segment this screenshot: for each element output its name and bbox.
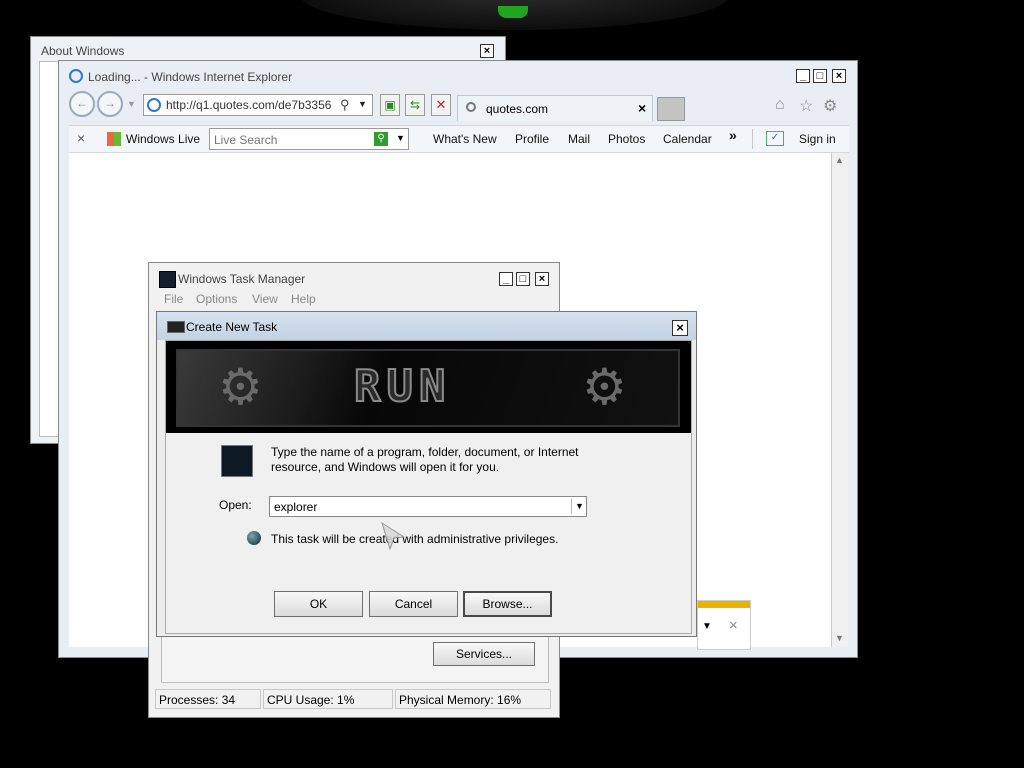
tm-close-button[interactable]: × — [535, 272, 549, 286]
address-text: http://q1.quotes.com/de7b3356 — [166, 98, 332, 112]
windows-live-link[interactable]: Windows Live — [126, 132, 200, 146]
link-whats-new[interactable]: What's New — [433, 132, 497, 146]
live-search-input[interactable] — [212, 131, 366, 149]
link-calendar[interactable]: Calendar — [663, 132, 712, 146]
link-profile[interactable]: Profile — [515, 132, 549, 146]
link-photos[interactable]: Photos — [608, 132, 645, 146]
status-physical-memory: Physical Memory: 16% — [395, 689, 551, 709]
ie-minimize-button[interactable]: _ — [796, 69, 810, 83]
address-search-icon[interactable]: ⚲ — [340, 97, 350, 113]
live-search-go-icon[interactable]: ⚲ — [374, 132, 388, 146]
page-ie-icon — [147, 98, 161, 112]
dialog-description: Type the name of a program, folder, docu… — [271, 445, 579, 474]
compatibility-icon[interactable]: ▣ — [380, 94, 400, 116]
tm-minimize-button[interactable]: _ — [499, 272, 513, 286]
task-manager-title: Windows Task Manager — [178, 272, 306, 286]
banner-gear-left-icon: ⚙ — [218, 359, 263, 415]
address-bar[interactable]: http://q1.quotes.com/de7b3356 ⚲ ▼ — [143, 94, 373, 116]
tab-close-button[interactable]: × — [638, 100, 646, 116]
refresh-icon[interactable]: ⇆ — [405, 94, 425, 116]
run-banner: ⚙ RUN ⚙ — [166, 341, 691, 433]
info-bar: ▼ × — [697, 600, 751, 650]
windows-logo-icon — [107, 132, 121, 146]
task-manager-icon — [159, 271, 176, 288]
status-cpu-usage: CPU Usage: 1% — [263, 689, 393, 709]
info-bar-stripe — [698, 601, 750, 608]
back-button[interactable]: ← — [69, 91, 95, 117]
ie-maximize-button[interactable]: □ — [813, 69, 827, 83]
favorites-icon[interactable]: ☆ — [799, 96, 813, 116]
address-dropdown-icon[interactable]: ▼ — [358, 99, 367, 109]
tm-menu-view[interactable]: View — [252, 292, 278, 306]
ie-title: Loading... - Windows Internet Explorer — [88, 70, 293, 84]
dialog-content: ⚙ RUN ⚙ Type the name of a program, fold… — [165, 340, 692, 634]
desktop-indicator-icon — [498, 6, 528, 18]
tools-gear-icon[interactable]: ⚙ — [823, 96, 837, 116]
browser-tab[interactable]: quotes.com × — [457, 95, 653, 121]
admin-note: This task will be created with administr… — [271, 532, 559, 546]
toolbar-divider — [752, 129, 753, 149]
more-links-chevron-icon[interactable]: » — [729, 127, 737, 143]
about-windows-title: About Windows — [41, 44, 125, 58]
tm-maximize-button[interactable]: □ — [516, 272, 530, 286]
admin-shield-icon — [247, 531, 261, 545]
checkmark-icon[interactable]: ✓ — [766, 131, 784, 146]
dialog-close-button[interactable]: × — [672, 320, 688, 336]
home-icon[interactable]: ⌂ — [775, 96, 785, 114]
about-close-button[interactable]: × — [480, 44, 494, 58]
tm-status-bar: Processes: 34 CPU Usage: 1% Physical Mem… — [155, 689, 553, 711]
open-dropdown-icon[interactable]: ▼ — [571, 499, 587, 514]
stop-icon[interactable]: ✕ — [431, 94, 451, 116]
cancel-button[interactable]: Cancel — [369, 591, 458, 617]
forward-button[interactable]: → — [97, 91, 123, 117]
scroll-up-arrow-icon[interactable]: ▲ — [835, 155, 844, 165]
scroll-down-arrow-icon[interactable]: ▼ — [835, 633, 844, 643]
open-combobox[interactable]: ▼ — [269, 496, 587, 517]
new-tab-button[interactable] — [657, 97, 685, 121]
sign-in-link[interactable]: Sign in — [799, 132, 836, 146]
ie-vertical-scrollbar[interactable]: ▲ ▼ — [831, 153, 848, 647]
task-manager-app-icon — [221, 445, 253, 477]
status-processes: Processes: 34 — [155, 689, 261, 709]
tm-menu-options[interactable]: Options — [196, 292, 237, 306]
toolbar-close-button[interactable]: × — [77, 130, 85, 146]
dialog-run-icon — [167, 321, 185, 333]
tab-label: quotes.com — [486, 102, 549, 116]
banner-gear-right-icon: ⚙ — [582, 359, 627, 415]
services-button[interactable]: Services... — [433, 642, 535, 666]
link-mail[interactable]: Mail — [568, 132, 590, 146]
run-banner-panel: ⚙ RUN ⚙ — [176, 349, 680, 427]
history-dropdown-icon[interactable]: ▼ — [127, 99, 136, 109]
open-input[interactable] — [272, 498, 566, 516]
tm-menu-help[interactable]: Help — [291, 292, 316, 306]
create-new-task-dialog: Create New Task × ⚙ RUN ⚙ Type the name … — [156, 311, 697, 637]
live-search-box[interactable]: ⚲ ▼ — [209, 128, 409, 150]
browse-button[interactable]: Browse... — [463, 591, 552, 617]
ok-button[interactable]: OK — [274, 591, 363, 617]
open-label: Open: — [219, 498, 252, 512]
ie-close-button[interactable]: × — [832, 69, 846, 83]
info-close-button[interactable]: × — [729, 617, 738, 634]
links-toolbar: × Windows Live ⚲ ▼ What's New Profile Ma… — [69, 125, 849, 153]
info-dropdown-icon[interactable]: ▼ — [702, 621, 712, 632]
tm-menu-file[interactable]: File — [164, 292, 183, 306]
ie-logo-icon — [69, 69, 83, 83]
live-search-dropdown-icon[interactable]: ▼ — [396, 133, 405, 143]
dialog-title: Create New Task — [186, 320, 278, 334]
loading-icon — [466, 102, 476, 112]
mouse-cursor-icon — [381, 521, 406, 551]
banner-run-text: RUN — [353, 360, 452, 413]
